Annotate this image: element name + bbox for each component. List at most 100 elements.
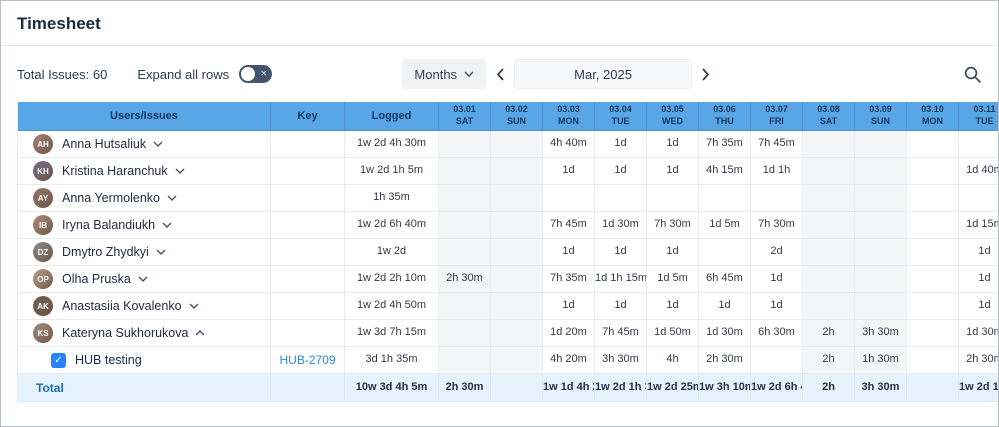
day-cell[interactable] bbox=[906, 293, 958, 319]
day-cell[interactable]: 6h 30m bbox=[750, 320, 802, 346]
day-cell[interactable]: 1d bbox=[594, 158, 646, 184]
day-cell[interactable]: 1d 1h 15m bbox=[594, 266, 646, 292]
issue-key-link[interactable]: HUB-2709 bbox=[279, 353, 335, 367]
day-cell[interactable] bbox=[490, 266, 542, 292]
day-cell[interactable] bbox=[438, 158, 490, 184]
day-cell[interactable]: 1d 20m bbox=[542, 320, 594, 346]
day-cell[interactable]: 7h 45m bbox=[594, 320, 646, 346]
day-cell[interactable] bbox=[750, 185, 802, 211]
chevron-up-icon[interactable] bbox=[195, 330, 205, 336]
day-cell[interactable] bbox=[438, 239, 490, 265]
day-cell[interactable] bbox=[490, 239, 542, 265]
next-period-button[interactable] bbox=[692, 64, 720, 85]
day-cell[interactable]: 1d 30m bbox=[594, 212, 646, 238]
day-cell[interactable]: 1d bbox=[594, 293, 646, 319]
day-cell[interactable]: 1d bbox=[646, 131, 698, 157]
day-cell[interactable] bbox=[802, 158, 854, 184]
day-cell[interactable] bbox=[438, 320, 490, 346]
day-cell[interactable] bbox=[906, 239, 958, 265]
day-cell[interactable]: 1d bbox=[646, 239, 698, 265]
chevron-down-icon[interactable] bbox=[175, 168, 185, 174]
day-cell[interactable]: 2h bbox=[802, 347, 854, 373]
day-cell[interactable]: 4h 40m bbox=[542, 131, 594, 157]
day-cell[interactable]: 3h 30m bbox=[854, 320, 906, 346]
day-cell[interactable]: 1d bbox=[594, 239, 646, 265]
day-cell[interactable]: 1d 5m bbox=[698, 212, 750, 238]
day-cell[interactable] bbox=[906, 320, 958, 346]
chevron-down-icon[interactable] bbox=[138, 276, 148, 282]
day-cell[interactable] bbox=[438, 293, 490, 319]
day-cell[interactable]: 1d bbox=[958, 266, 999, 292]
day-cell[interactable] bbox=[490, 347, 542, 373]
day-cell[interactable] bbox=[802, 185, 854, 211]
period-display[interactable]: Mar, 2025 bbox=[514, 59, 692, 89]
day-cell[interactable]: 6h 45m bbox=[698, 266, 750, 292]
day-cell[interactable]: 1d bbox=[646, 158, 698, 184]
chevron-down-icon[interactable] bbox=[162, 222, 172, 228]
day-cell[interactable] bbox=[958, 185, 999, 211]
day-cell[interactable] bbox=[906, 131, 958, 157]
day-cell[interactable] bbox=[438, 131, 490, 157]
day-cell[interactable] bbox=[542, 185, 594, 211]
day-cell[interactable] bbox=[906, 266, 958, 292]
day-cell[interactable] bbox=[854, 239, 906, 265]
day-cell[interactable] bbox=[438, 212, 490, 238]
day-cell[interactable] bbox=[594, 185, 646, 211]
day-cell[interactable] bbox=[854, 158, 906, 184]
day-cell[interactable]: 1d 5m bbox=[646, 266, 698, 292]
day-cell[interactable] bbox=[906, 185, 958, 211]
day-cell[interactable]: 7h 35m bbox=[698, 131, 750, 157]
day-cell[interactable]: 1d bbox=[750, 293, 802, 319]
day-cell[interactable]: 1d 30m bbox=[698, 320, 750, 346]
day-cell[interactable]: 4h bbox=[646, 347, 698, 373]
day-cell[interactable] bbox=[802, 293, 854, 319]
day-cell[interactable]: 1d bbox=[958, 239, 999, 265]
day-cell[interactable] bbox=[854, 131, 906, 157]
day-cell[interactable]: 7h 45m bbox=[542, 212, 594, 238]
day-cell[interactable]: 3h 30m bbox=[594, 347, 646, 373]
day-cell[interactable]: 1d bbox=[958, 293, 999, 319]
issue-checkbox[interactable]: ✓ bbox=[51, 353, 66, 368]
day-cell[interactable]: 2h 30m bbox=[698, 347, 750, 373]
day-cell[interactable]: 7h 45m bbox=[750, 131, 802, 157]
day-cell[interactable]: 1d bbox=[646, 293, 698, 319]
day-cell[interactable] bbox=[438, 347, 490, 373]
search-icon[interactable] bbox=[963, 65, 982, 84]
day-cell[interactable] bbox=[490, 293, 542, 319]
day-cell[interactable] bbox=[646, 185, 698, 211]
day-cell[interactable]: 7h 30m bbox=[646, 212, 698, 238]
day-cell[interactable]: 1d bbox=[542, 158, 594, 184]
day-cell[interactable] bbox=[854, 293, 906, 319]
day-cell[interactable] bbox=[698, 185, 750, 211]
chevron-down-icon[interactable] bbox=[167, 195, 177, 201]
day-cell[interactable] bbox=[490, 158, 542, 184]
prev-period-button[interactable] bbox=[486, 64, 514, 85]
day-cell[interactable] bbox=[490, 320, 542, 346]
day-cell[interactable]: 1d 50m bbox=[646, 320, 698, 346]
day-cell[interactable]: 1d 15m bbox=[958, 212, 999, 238]
day-cell[interactable]: 1d bbox=[542, 293, 594, 319]
day-cell[interactable]: 1d bbox=[542, 239, 594, 265]
day-cell[interactable] bbox=[854, 266, 906, 292]
day-cell[interactable]: 1d bbox=[594, 131, 646, 157]
day-cell[interactable] bbox=[906, 347, 958, 373]
day-cell[interactable] bbox=[854, 185, 906, 211]
day-cell[interactable] bbox=[438, 185, 490, 211]
day-cell[interactable] bbox=[490, 212, 542, 238]
day-cell[interactable]: 7h 30m bbox=[750, 212, 802, 238]
day-cell[interactable] bbox=[906, 158, 958, 184]
day-cell[interactable] bbox=[750, 347, 802, 373]
day-cell[interactable]: 4h 20m bbox=[542, 347, 594, 373]
day-cell[interactable]: 2h 30m bbox=[438, 266, 490, 292]
day-cell[interactable] bbox=[802, 131, 854, 157]
day-cell[interactable]: 1d bbox=[698, 293, 750, 319]
day-cell[interactable]: 1d bbox=[750, 266, 802, 292]
day-cell[interactable]: 1d 40m bbox=[958, 158, 999, 184]
day-cell[interactable] bbox=[802, 212, 854, 238]
day-cell[interactable] bbox=[490, 131, 542, 157]
chevron-down-icon[interactable] bbox=[153, 141, 163, 147]
day-cell[interactable]: 7h 35m bbox=[542, 266, 594, 292]
day-cell[interactable]: 4h 15m bbox=[698, 158, 750, 184]
day-cell[interactable] bbox=[906, 212, 958, 238]
day-cell[interactable]: 1d 30m bbox=[958, 320, 999, 346]
